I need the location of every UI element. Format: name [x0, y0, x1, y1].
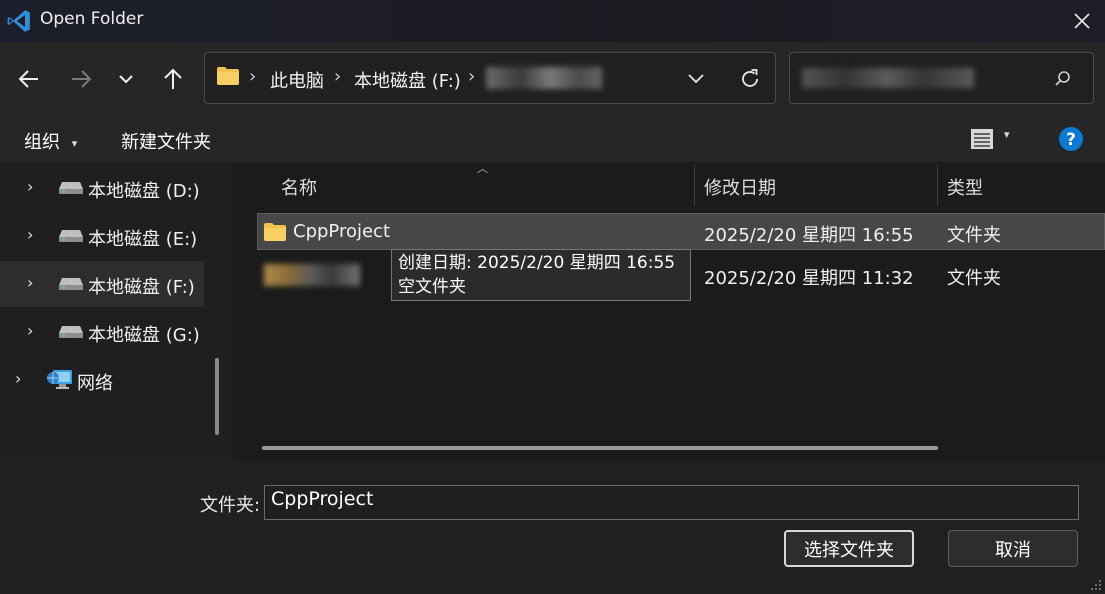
- new-folder-button[interactable]: 新建文件夹: [121, 128, 211, 154]
- file-info-tooltip: 创建日期: 2025/2/20 星期四 16:55 空文件夹: [391, 249, 691, 301]
- nav-item-drive-e[interactable]: › 本地磁盘 (E:): [0, 213, 204, 259]
- nav-item-drive-d[interactable]: › 本地磁盘 (D:): [0, 165, 204, 211]
- vscode-logo-icon: [7, 10, 30, 32]
- breadcrumb-separator: ›: [468, 66, 476, 87]
- view-options-icon[interactable]: [969, 127, 995, 151]
- column-divider[interactable]: [937, 164, 938, 206]
- expand-chevron-icon[interactable]: ›: [27, 225, 33, 244]
- file-modified: 2025/2/20 星期四 16:55: [704, 225, 914, 246]
- horizontal-scrollbar[interactable]: [262, 446, 938, 450]
- redacted-file-name: [264, 264, 360, 286]
- nav-item-label: 本地磁盘 (E:): [88, 229, 198, 250]
- network-icon: [47, 370, 72, 389]
- back-arrow-icon[interactable]: [11, 61, 47, 97]
- view-dropdown-icon[interactable]: ▾: [1004, 128, 1010, 141]
- redacted-search-placeholder: [802, 68, 974, 88]
- help-icon[interactable]: ?: [1058, 126, 1084, 152]
- nav-item-label: 本地磁盘 (F:): [88, 277, 195, 298]
- breadcrumb-drive-f[interactable]: 本地磁盘 (F:): [354, 67, 461, 93]
- drive-icon: [59, 326, 83, 338]
- nav-item-label: 网络: [77, 373, 113, 394]
- up-arrow-icon[interactable]: [155, 61, 191, 97]
- folder-name-input[interactable]: CppProject: [264, 485, 1079, 520]
- resize-grip-icon[interactable]: [1090, 579, 1102, 591]
- file-list: [235, 162, 1105, 460]
- breadcrumb-this-pc[interactable]: 此电脑: [270, 67, 324, 93]
- nav-item-drive-g[interactable]: › 本地磁盘 (G:): [0, 309, 204, 355]
- expand-chevron-icon[interactable]: ›: [27, 321, 33, 340]
- search-icon[interactable]: [1052, 68, 1074, 90]
- tooltip-created-date: 创建日期: 2025/2/20 星期四 16:55: [398, 253, 676, 273]
- window-title: Open Folder: [40, 9, 144, 29]
- file-name: CppProject: [293, 221, 391, 242]
- nav-pane-scrollbar[interactable]: [215, 358, 219, 435]
- dialog-footer: [0, 460, 1105, 594]
- expand-chevron-icon[interactable]: ›: [15, 369, 21, 388]
- file-type: 文件夹: [947, 225, 1001, 246]
- drive-icon: [59, 182, 83, 194]
- file-modified: 2025/2/20 星期四 11:32: [704, 268, 914, 289]
- close-icon[interactable]: [1068, 7, 1096, 35]
- recent-locations-chevron-icon[interactable]: [108, 61, 144, 97]
- tooltip-folder-status: 空文件夹: [398, 277, 466, 297]
- expand-chevron-icon[interactable]: ›: [27, 273, 33, 292]
- cancel-button[interactable]: 取消: [948, 530, 1078, 567]
- file-type: 文件夹: [947, 268, 1001, 289]
- sort-ascending-icon: ︿: [477, 162, 488, 175]
- column-header-modified[interactable]: 修改日期: [704, 174, 776, 200]
- organize-dropdown-icon: ▾: [71, 136, 78, 150]
- folder-icon: [217, 67, 239, 85]
- folder-icon: [264, 223, 286, 241]
- organize-menu-button[interactable]: 组织 ▾: [24, 128, 77, 154]
- expand-chevron-icon[interactable]: ›: [27, 177, 33, 196]
- refresh-icon[interactable]: [737, 66, 763, 92]
- drive-icon: [59, 230, 83, 242]
- select-folder-button[interactable]: 选择文件夹: [784, 530, 914, 567]
- nav-item-label: 本地磁盘 (D:): [88, 181, 200, 202]
- nav-item-label: 本地磁盘 (G:): [88, 325, 200, 346]
- forward-arrow-icon[interactable]: [63, 61, 99, 97]
- address-dropdown-chevron-icon[interactable]: [683, 68, 709, 90]
- redacted-path-segment[interactable]: [486, 67, 602, 89]
- breadcrumb-separator: ›: [334, 66, 342, 87]
- nav-item-network[interactable]: › 网络: [0, 357, 204, 403]
- breadcrumb-separator: ›: [249, 66, 257, 87]
- folder-field-label: 文件夹:: [200, 495, 261, 516]
- column-header-type[interactable]: 类型: [947, 174, 983, 200]
- column-divider[interactable]: [694, 164, 695, 206]
- svg-text:?: ?: [1066, 130, 1076, 150]
- drive-icon: [59, 278, 83, 290]
- organize-label: 组织: [24, 132, 60, 153]
- title-bar: [0, 0, 1105, 42]
- column-header-name[interactable]: 名称: [281, 174, 317, 200]
- nav-item-drive-f[interactable]: › 本地磁盘 (F:): [0, 261, 204, 307]
